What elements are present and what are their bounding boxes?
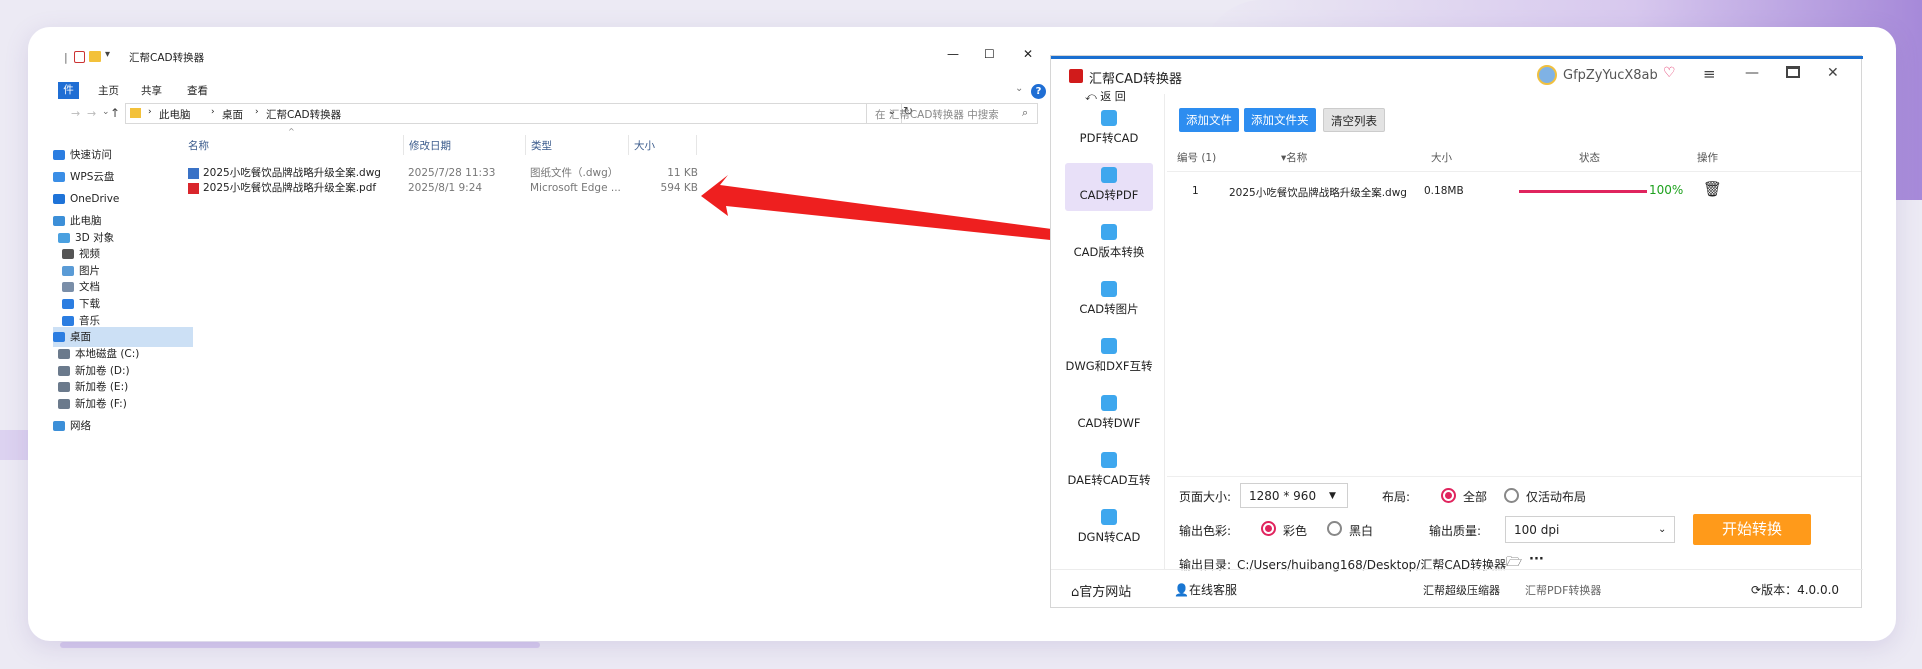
vip-heart-icon[interactable]: ♡	[1663, 65, 1676, 81]
color-label: 输出色彩:	[1179, 524, 1232, 538]
header-index: 编号 (1)	[1177, 152, 1217, 164]
compressor-link[interactable]: 汇帮超级压缩器	[1423, 582, 1500, 598]
converter-footer: ⌂官方网站 👤在线客服 汇帮超级压缩器 汇帮PDF转换器 ⟳版本：4.0.0.0	[1051, 569, 1863, 609]
app-logo-icon	[1069, 69, 1083, 83]
sidebar-item[interactable]: CAD转PDF	[1065, 163, 1153, 211]
close-button[interactable]: ✕	[1827, 65, 1839, 81]
sidebar-item-icon	[1101, 110, 1117, 126]
layout-all-label[interactable]: 全部	[1463, 488, 1487, 505]
progress-label: 100%	[1649, 183, 1684, 197]
quality-select[interactable]: 100 dpi ⌄	[1505, 516, 1675, 543]
sidebar-item-label: DWG和DXF互转	[1065, 359, 1153, 373]
page-size-select[interactable]: 1280 * 960 ▼	[1240, 483, 1348, 508]
sidebar-item-label: CAD转DWF	[1077, 416, 1141, 430]
color-color-radio[interactable]	[1261, 521, 1276, 536]
start-convert-button[interactable]: 开始转换	[1693, 514, 1811, 545]
table-row[interactable]: 1 2025小吃餐饮品牌战略升级全案.dwg 0.18MB 100% 🗑	[1167, 174, 1861, 208]
quality-value: 100 dpi	[1514, 523, 1560, 537]
sidebar-item[interactable]: CAD转DWF	[1065, 391, 1153, 439]
back-label: 返 回	[1100, 90, 1126, 103]
sidebar-item-label: DGN转CAD	[1077, 530, 1141, 544]
minimize-button[interactable]: —	[1745, 65, 1759, 81]
sidebar-item-icon	[1101, 509, 1117, 525]
sidebar-item[interactable]: CAD转图片	[1065, 277, 1153, 325]
row-index: 1	[1192, 185, 1199, 197]
sidebar-item-icon	[1101, 452, 1117, 468]
converter-sidebar: ⤺ 返 回 PDF转CAD CAD转PDF CAD版本转换 CAD转图片 DWG和DXF…	[1051, 90, 1165, 569]
color-bw-radio[interactable]	[1327, 521, 1342, 536]
cad-converter-window: 汇帮CAD转换器 GfpZyYucX8ab ♡ ≡ — ✕ ⤺ 返 回 PDF转…	[1050, 55, 1863, 609]
sidebar-item-icon	[1101, 281, 1117, 297]
layout-label: 布局:	[1382, 490, 1411, 504]
pdf-converter-link[interactable]: 汇帮PDF转换器	[1525, 582, 1601, 598]
sidebar-item-label: CAD转PDF	[1079, 188, 1139, 202]
username[interactable]: GfpZyYucX8ab	[1563, 68, 1658, 83]
chevron-down-icon: ⌄	[1658, 524, 1667, 535]
progress-fill	[1519, 190, 1647, 193]
website-link[interactable]: ⌂官方网站	[1071, 581, 1131, 600]
layout-active-label[interactable]: 仅活动布局	[1526, 488, 1586, 505]
header-status: 状态	[1579, 152, 1600, 164]
layout-active-radio[interactable]	[1504, 488, 1519, 503]
sidebar-item-label: PDF转CAD	[1079, 131, 1139, 145]
back-button[interactable]: ⤺ 返 回	[1085, 88, 1126, 104]
page-size-label: 页面大小:	[1179, 490, 1232, 504]
service-link[interactable]: 👤在线客服	[1174, 581, 1237, 598]
row-size: 0.18MB	[1424, 185, 1464, 197]
header-name-label: 名称	[1286, 152, 1308, 164]
quality-label: 输出质量:	[1429, 524, 1482, 538]
sidebar-item-icon	[1101, 224, 1117, 240]
color-bw-label[interactable]: 黑白	[1349, 522, 1373, 539]
sidebar-item[interactable]: DWG和DXF互转	[1065, 334, 1153, 382]
sidebar-item-label: DAE转CAD互转	[1067, 473, 1151, 487]
color-color-label[interactable]: 彩色	[1283, 522, 1307, 539]
file-table-header: 编号 (1) ▾名称 大小 状态 操作	[1167, 140, 1861, 172]
sidebar-item-icon	[1101, 167, 1117, 183]
layout-all-radio[interactable]	[1441, 488, 1456, 503]
sidebar-item[interactable]: CAD版本转换	[1065, 220, 1153, 268]
service-label: 在线客服	[1188, 583, 1237, 597]
row-name: 2025小吃餐饮品牌战略升级全案.dwg	[1229, 187, 1407, 199]
app-title: 汇帮CAD转换器	[1089, 72, 1182, 87]
version-info[interactable]: ⟳版本：4.0.0.0	[1751, 581, 1839, 598]
avatar[interactable]	[1537, 65, 1557, 85]
sidebar-item-label: CAD版本转换	[1073, 245, 1145, 259]
options-divider	[1167, 476, 1861, 477]
sidebar-item[interactable]: PDF转CAD	[1065, 106, 1153, 154]
progress-track	[1519, 190, 1647, 193]
sidebar-item-icon	[1101, 395, 1117, 411]
clear-list-button[interactable]: 清空列表	[1323, 108, 1385, 132]
more-options-icon[interactable]: ···	[1529, 552, 1544, 567]
add-file-button[interactable]: 添加文件	[1179, 108, 1239, 132]
sidebar-item[interactable]: DAE转CAD互转	[1065, 448, 1153, 496]
menu-icon[interactable]: ≡	[1703, 65, 1716, 83]
header-name[interactable]: ▾名称	[1281, 150, 1307, 165]
sidebar-item-label: CAD转图片	[1079, 302, 1139, 316]
converter-titlebar: 汇帮CAD转换器 GfpZyYucX8ab ♡ ≡ — ✕	[1051, 56, 1863, 94]
website-label: 官方网站	[1079, 585, 1132, 600]
page-size-value: 1280 * 960	[1249, 489, 1317, 503]
header-size: 大小	[1431, 152, 1452, 164]
sidebar-item-icon	[1101, 338, 1117, 354]
add-folder-button[interactable]: 添加文件夹	[1244, 108, 1316, 132]
sidebar-item[interactable]: DGN转CAD	[1065, 505, 1153, 553]
chevron-down-icon: ▼	[1329, 491, 1336, 501]
version-label: 版本：4.0.0.0	[1761, 583, 1840, 597]
header-actions: 操作	[1697, 152, 1718, 164]
delete-trash-icon[interactable]: 🗑	[1703, 180, 1722, 198]
maximize-button[interactable]	[1786, 66, 1800, 78]
